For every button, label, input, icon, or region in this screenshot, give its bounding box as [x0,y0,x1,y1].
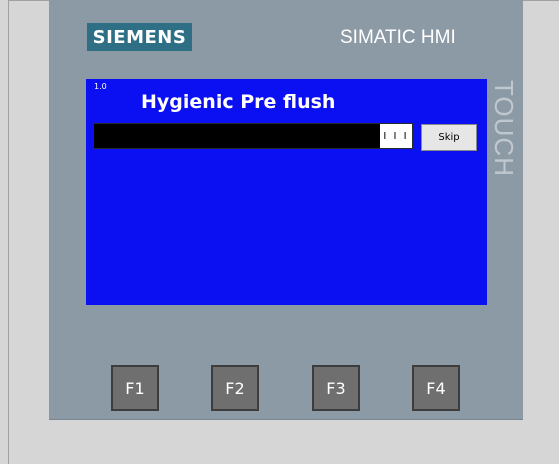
skip-button[interactable]: Skip [421,124,477,151]
progress-fill [94,124,412,148]
screen-title: Hygienic Pre flush [141,91,336,113]
f2-key[interactable]: F2 [211,365,259,411]
progress-bar: I I I [93,123,413,149]
hmi-screen: 1.0 Hygienic Pre flush I I I Skip [86,79,487,305]
bezel-edge [49,419,523,420]
f3-key[interactable]: F3 [312,365,360,411]
touch-label: TOUCH [489,80,519,177]
product-label: SIMATIC HMI [340,27,456,48]
siemens-logo: SIEMENS [87,23,192,51]
f1-key[interactable]: F1 [111,365,159,411]
f4-key[interactable]: F4 [412,365,460,411]
progress-marker: I I I [380,124,412,148]
version-label: 1.0 [94,82,107,91]
